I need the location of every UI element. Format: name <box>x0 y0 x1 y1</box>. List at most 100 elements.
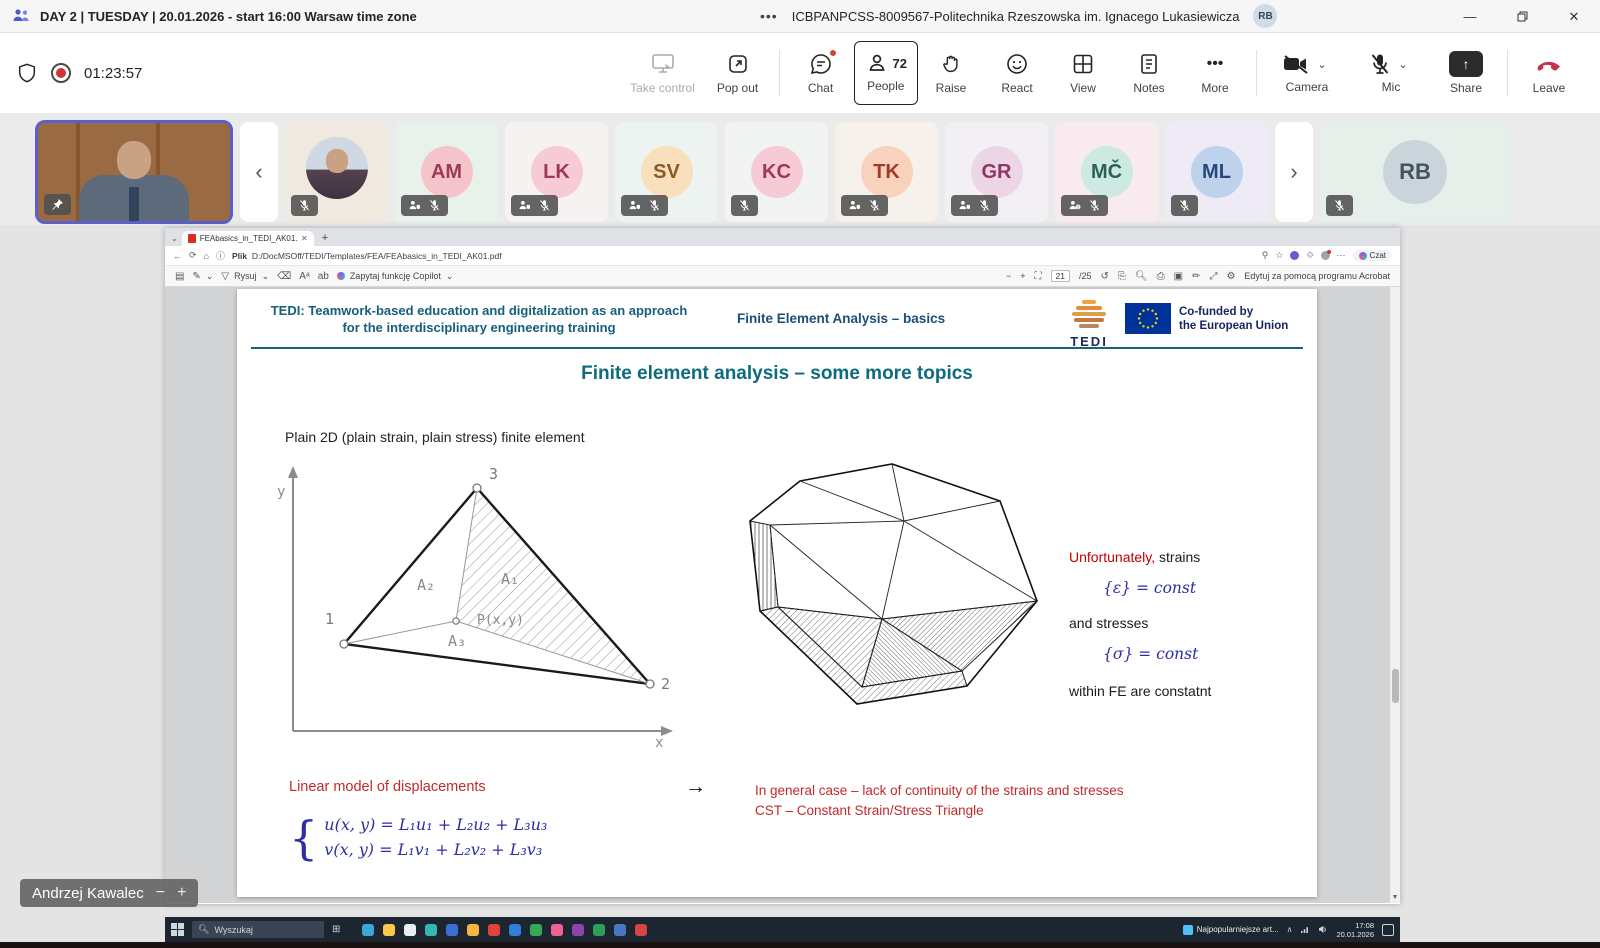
news-widget[interactable]: Najpopularniejsze art... <box>1183 925 1279 935</box>
strip-scroll-right-button[interactable]: › <box>1275 122 1313 222</box>
pdf-tab[interactable]: FEAbasics_in_TEDI_AK01.pdf ✕ <box>182 231 314 246</box>
participant-tile-ML[interactable]: ML <box>1165 122 1268 222</box>
participant-tile-RB[interactable]: RB <box>1320 122 1510 222</box>
highlight-icon[interactable]: ✏ <box>1192 271 1200 282</box>
new-tab-button[interactable]: + <box>322 232 328 244</box>
volume-icon[interactable] <box>1318 925 1328 934</box>
notes-button[interactable]: Notes <box>1116 41 1182 105</box>
save-icon[interactable]: ▣ <box>1174 271 1183 282</box>
back-icon[interactable]: ← <box>173 251 182 261</box>
pop-out-button[interactable]: Pop out <box>705 41 771 105</box>
notification-center-icon[interactable] <box>1382 924 1394 936</box>
people-button[interactable]: 72 People <box>854 41 918 105</box>
scroll-down-arrow[interactable]: ▼ <box>1390 894 1400 901</box>
chat-button[interactable]: Chat <box>788 41 854 105</box>
text-size-icon[interactable]: Aᵃ <box>299 271 309 282</box>
home-icon[interactable]: ⌂ <box>204 251 209 261</box>
app-icon-12[interactable] <box>593 924 605 936</box>
pen-tool-button[interactable]: ✎⌄ <box>192 271 213 282</box>
participant-tile-SV[interactable]: SV <box>615 122 718 222</box>
browser-menu-icon[interactable]: ⋯ <box>1337 250 1346 261</box>
pdf-menu-icon[interactable]: ▤ <box>175 271 184 282</box>
print-icon[interactable]: ⎙ <box>1157 271 1165 282</box>
fe-mesh-diagram <box>742 461 1047 721</box>
read-aloud-icon[interactable]: ab <box>318 271 329 282</box>
draw-tool-button[interactable]: ▽Rysuj⌄ <box>221 271 269 282</box>
collections-icon[interactable]: ⟐ <box>1306 250 1313 261</box>
copilot-ask-button[interactable]: Zapytaj funkcję Copilot⌄ <box>337 271 454 282</box>
screen-zoom-out-button[interactable]: − <box>156 884 165 902</box>
react-button[interactable]: React <box>984 41 1050 105</box>
fit-page-icon[interactable]: ⛶ <box>1035 271 1042 282</box>
taskbar-search[interactable]: 🔍︎ Wyszukaj <box>192 921 324 938</box>
participant-tile-TK[interactable]: TK <box>835 122 938 222</box>
app-icon-5[interactable] <box>446 924 458 936</box>
strip-scroll-left-button[interactable]: ‹ <box>240 122 278 222</box>
participant-tile-GR[interactable]: GR <box>945 122 1048 222</box>
restore-button[interactable] <box>1496 0 1548 33</box>
take-control-button[interactable]: Take control <box>621 41 705 105</box>
participant-tile-photo[interactable] <box>285 122 388 222</box>
user-avatar[interactable]: RB <box>1253 4 1277 28</box>
raise-hand-button[interactable]: Raise <box>918 41 984 105</box>
extension-icon[interactable] <box>1290 251 1299 260</box>
start-button[interactable] <box>171 923 184 936</box>
participant-tile-KC[interactable]: KC <box>725 122 828 222</box>
minimize-button[interactable]: — <box>1444 0 1496 33</box>
app-icon-11[interactable] <box>572 924 584 936</box>
fullscreen-icon[interactable]: ⤢ <box>1209 271 1217 282</box>
screen-zoom-in-button[interactable]: + <box>177 884 186 902</box>
app-icon-2[interactable] <box>383 924 395 936</box>
refresh-icon[interactable]: ⟳ <box>189 250 197 261</box>
participant-tile-MČ[interactable]: MČ <box>1055 122 1158 222</box>
network-icon[interactable] <box>1300 925 1310 934</box>
app-icon-7[interactable] <box>488 924 500 936</box>
eraser-icon[interactable]: ⌫ <box>277 271 291 282</box>
participant-tile-AM[interactable]: AM <box>395 122 498 222</box>
app-icon-4[interactable] <box>425 924 437 936</box>
app-icon-14[interactable] <box>635 924 647 936</box>
task-view-icon[interactable]: ⊞ <box>332 924 340 935</box>
camera-options-chevron[interactable]: ⌄ <box>1317 58 1326 71</box>
mic-button[interactable]: ⌄ Mic <box>1349 41 1433 105</box>
zoom-out-button[interactable]: − <box>1006 271 1011 281</box>
copilot-chat-button[interactable]: Czat <box>1353 250 1392 261</box>
leave-button[interactable]: Leave <box>1516 41 1582 105</box>
zoom-in-button[interactable]: + <box>1020 271 1025 281</box>
tray-expand-chevron[interactable]: ∧ <box>1287 925 1293 934</box>
tab-close-icon[interactable]: ✕ <box>301 234 308 243</box>
rotate-icon[interactable]: ↺ <box>1101 271 1109 282</box>
taskbar-clock[interactable]: 17:08 20.01.2026 <box>1336 921 1374 939</box>
camera-button[interactable]: ⌄ Camera <box>1265 41 1349 105</box>
app-icon-8[interactable] <box>509 924 521 936</box>
pdf-scrollbar[interactable]: ▼ <box>1390 287 1400 903</box>
tab-search-chevron[interactable]: ⌄ <box>171 234 178 243</box>
participant-tile-LK[interactable]: LK <box>505 122 608 222</box>
participant-initials: TK <box>861 146 913 198</box>
edit-with-acrobat-button[interactable]: Edytuj za pomocą programu Acrobat <box>1244 271 1390 281</box>
favorite-star-icon[interactable]: ☆ <box>1275 250 1283 261</box>
share-button[interactable]: ↑ Share <box>1433 41 1499 105</box>
titlebar-overflow-icon[interactable]: ••• <box>760 8 778 24</box>
search-icon[interactable]: 🔍︎ <box>1135 271 1148 282</box>
address-url[interactable]: Plik D:/DocMSOff/TEDI/Templates/FEA/FEAb… <box>232 251 502 261</box>
app-icon-10[interactable] <box>551 924 563 936</box>
translate-icon[interactable]: ⚲ <box>1262 250 1269 261</box>
app-icon-3[interactable] <box>404 924 416 936</box>
more-button[interactable]: ••• More <box>1182 41 1248 105</box>
app-icon-1[interactable] <box>362 924 374 936</box>
app-icon-13[interactable] <box>614 924 626 936</box>
page-view-icon[interactable]: ⎘ <box>1118 271 1126 282</box>
app-icon-6[interactable] <box>467 924 479 936</box>
pinned-speaker-video[interactable] <box>35 120 233 224</box>
close-button[interactable]: ✕ <box>1548 0 1600 33</box>
pdf-scrollbar-thumb[interactable] <box>1392 669 1399 703</box>
view-button[interactable]: View <box>1050 41 1116 105</box>
app-icon-9[interactable] <box>530 924 542 936</box>
page-number-input[interactable]: 21 <box>1051 270 1070 282</box>
browser-profile-avatar[interactable] <box>1321 251 1330 260</box>
attendee-icon <box>628 199 641 212</box>
settings-gear-icon[interactable]: ⚙ <box>1226 271 1235 282</box>
mic-options-chevron[interactable]: ⌄ <box>1398 58 1407 71</box>
page-info-icon[interactable]: ⓘ <box>216 249 225 262</box>
